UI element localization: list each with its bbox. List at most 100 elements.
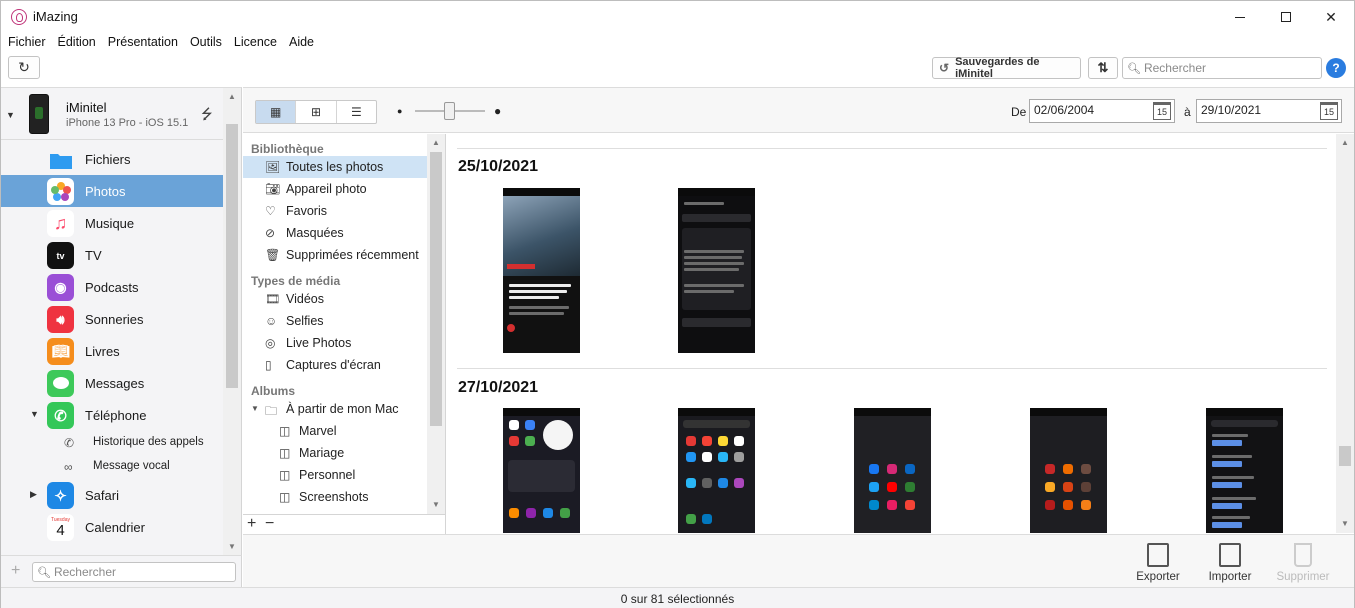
- library-item-videos[interactable]: 🎞︎ Vidéos: [243, 288, 445, 310]
- thumbnail-text: [684, 202, 724, 205]
- sidebar-scrollbar[interactable]: ▲ ▼: [223, 88, 241, 555]
- sidebar-search-box: 🔍︎: [32, 562, 236, 582]
- library-item-favorites[interactable]: ♡ Favoris: [243, 200, 445, 222]
- library-item-hidden[interactable]: ⊘ Masquées: [243, 222, 445, 244]
- library-scroll-thumb[interactable]: [430, 152, 442, 426]
- maximize-button[interactable]: [1263, 1, 1309, 33]
- calendar-picker-icon[interactable]: 15: [1320, 102, 1338, 120]
- photo-library-panel: Bibliothèque 🖼︎ Toutes les photos 📷︎ App…: [243, 134, 446, 514]
- menu-edition[interactable]: Édition: [57, 33, 102, 53]
- photo-thumbnail[interactable]: [1206, 408, 1283, 533]
- view-list-button[interactable]: ☰: [337, 101, 376, 123]
- scroll-up-icon[interactable]: ▲: [432, 138, 440, 147]
- thumbnail-app-icon: [1045, 464, 1055, 474]
- album-marvel[interactable]: ◫ Marvel: [243, 420, 445, 442]
- backups-button[interactable]: ↺ Sauvegardes de iMinitel: [932, 56, 1081, 80]
- delete-button[interactable]: Supprimer: [1268, 543, 1338, 583]
- export-button[interactable]: Exporter: [1123, 543, 1193, 583]
- menu-presentation[interactable]: Présentation: [107, 33, 184, 53]
- sidebar-item-call-history[interactable]: ✆ Historique des appels: [1, 431, 223, 455]
- sidebar-scroll-thumb[interactable]: [226, 124, 238, 388]
- sidebar-item-messages[interactable]: Messages: [1, 367, 223, 399]
- photo-thumbnail[interactable]: [678, 408, 755, 533]
- photo-thumbnail[interactable]: [854, 408, 931, 533]
- remove-album-icon[interactable]: −: [265, 515, 274, 533]
- refresh-button[interactable]: ↻: [8, 56, 40, 79]
- library-label: Live Photos: [286, 336, 352, 350]
- date-from-input[interactable]: [1034, 103, 1144, 117]
- view-grid-button[interactable]: ⊞: [296, 101, 337, 123]
- chevron-down-icon[interactable]: ▼: [30, 409, 39, 419]
- menu-fichier[interactable]: Fichier: [7, 33, 52, 53]
- library-item-screenshots[interactable]: ▯ Captures d'écran: [243, 354, 445, 376]
- thumbnail-app-icon: [686, 436, 696, 446]
- close-button[interactable]: ✕: [1308, 1, 1354, 33]
- help-button[interactable]: ?: [1326, 58, 1346, 78]
- thumbnail-app-icon: [1045, 482, 1055, 492]
- photos-toolbar: ▦ ⊞ ☰ ● ● De 15 à 15: [243, 87, 1354, 133]
- sidebar-item-photos[interactable]: Photos: [1, 175, 223, 207]
- sidebar-item-livres[interactable]: 📖︎ Livres: [1, 335, 223, 367]
- sidebar-item-sonneries[interactable]: 🔊︎ Sonneries: [1, 303, 223, 335]
- library-item-recently-deleted[interactable]: 🗑︎ Supprimées récemment: [243, 244, 445, 266]
- sidebar-item-telephone[interactable]: ▼ ✆ Téléphone: [1, 399, 223, 431]
- thumbnail-size-handle[interactable]: [444, 102, 455, 120]
- scroll-down-icon[interactable]: ▼: [228, 542, 236, 551]
- add-album-icon[interactable]: +: [247, 515, 256, 533]
- photo-thumbnail[interactable]: [1030, 408, 1107, 533]
- thumbnail-headline: [509, 284, 571, 287]
- thumbnail-app-icon: [509, 436, 519, 446]
- sidebar-item-calendrier[interactable]: Tuesday 4 Calendrier: [1, 511, 223, 543]
- photo-thumbnail[interactable]: [503, 188, 580, 353]
- minimize-button[interactable]: [1217, 1, 1263, 33]
- scroll-up-icon[interactable]: ▲: [228, 92, 236, 101]
- section-bibliotheque: Bibliothèque: [251, 142, 324, 156]
- album-screenshots[interactable]: ◫ Screenshots: [243, 486, 445, 508]
- menu-aide[interactable]: Aide: [288, 33, 320, 53]
- chevron-right-icon[interactable]: ▶: [30, 489, 37, 500]
- add-icon[interactable]: +: [11, 562, 20, 580]
- divider: [457, 148, 1327, 149]
- transfer-button[interactable]: ⇅: [1088, 57, 1118, 79]
- grid-scrollbar[interactable]: ▲ ▼: [1336, 134, 1354, 533]
- list-icon: ☰: [350, 105, 362, 119]
- scroll-up-icon[interactable]: ▲: [1341, 138, 1349, 147]
- library-scrollbar[interactable]: ▲ ▼: [427, 134, 445, 514]
- library-item-camera[interactable]: 📷︎ Appareil photo: [243, 178, 445, 200]
- top-search-input[interactable]: [1143, 61, 1314, 75]
- photo-thumbnail[interactable]: [678, 188, 755, 353]
- library-item-selfies[interactable]: ☺ Selfies: [243, 310, 445, 332]
- sidebar-item-voicemail[interactable]: ∞ Message vocal: [1, 455, 223, 479]
- album-mariage[interactable]: ◫ Mariage: [243, 442, 445, 464]
- calendar-number: 4: [56, 522, 65, 539]
- library-item-all-photos[interactable]: 🖼︎ Toutes les photos: [243, 156, 445, 178]
- thumbnail-app-icon: [702, 514, 712, 524]
- date-to-input[interactable]: [1201, 103, 1311, 117]
- scroll-down-icon[interactable]: ▼: [432, 500, 440, 509]
- photo-thumbnail[interactable]: [503, 408, 580, 533]
- menu-licence[interactable]: Licence: [233, 33, 283, 53]
- album-group-mac[interactable]: ▼ 🗀 À partir de mon Mac: [243, 398, 445, 420]
- device-header[interactable]: ▼ iMinitel iPhone 13 Pro - iOS 15.1 ⭍: [1, 88, 241, 140]
- thumbnail-app-icon: [869, 464, 879, 474]
- calendar-picker-icon[interactable]: 15: [1153, 102, 1171, 120]
- sidebar-item-safari[interactable]: ▶ ✧ Safari: [1, 479, 223, 511]
- menu-outils[interactable]: Outils: [189, 33, 228, 53]
- sidebar-item-tv[interactable]: tv TV: [1, 239, 223, 271]
- grid-scroll-thumb[interactable]: [1339, 446, 1351, 466]
- view-dense-grid-button[interactable]: ▦: [256, 101, 297, 123]
- import-button[interactable]: Importer: [1195, 543, 1265, 583]
- thumbnail-search-bar: [683, 420, 750, 428]
- thumbnail-app-icon: [869, 500, 879, 510]
- library-item-live-photos[interactable]: ◎ Live Photos: [243, 332, 445, 354]
- sidebar-item-musique[interactable]: ♫ Musique: [1, 207, 223, 239]
- device-expand-icon[interactable]: ▼: [6, 110, 15, 120]
- thumbnail-app-icon: [1063, 500, 1073, 510]
- sidebar-label: Calendrier: [85, 520, 145, 535]
- album-personnel[interactable]: ◫ Personnel: [243, 464, 445, 486]
- sidebar-item-podcasts[interactable]: ◉ Podcasts: [1, 271, 223, 303]
- chevron-down-icon[interactable]: ▼: [251, 404, 259, 413]
- sidebar-search-input[interactable]: [53, 565, 224, 579]
- scroll-down-icon[interactable]: ▼: [1341, 519, 1349, 528]
- sidebar-item-fichiers[interactable]: Fichiers: [1, 143, 223, 175]
